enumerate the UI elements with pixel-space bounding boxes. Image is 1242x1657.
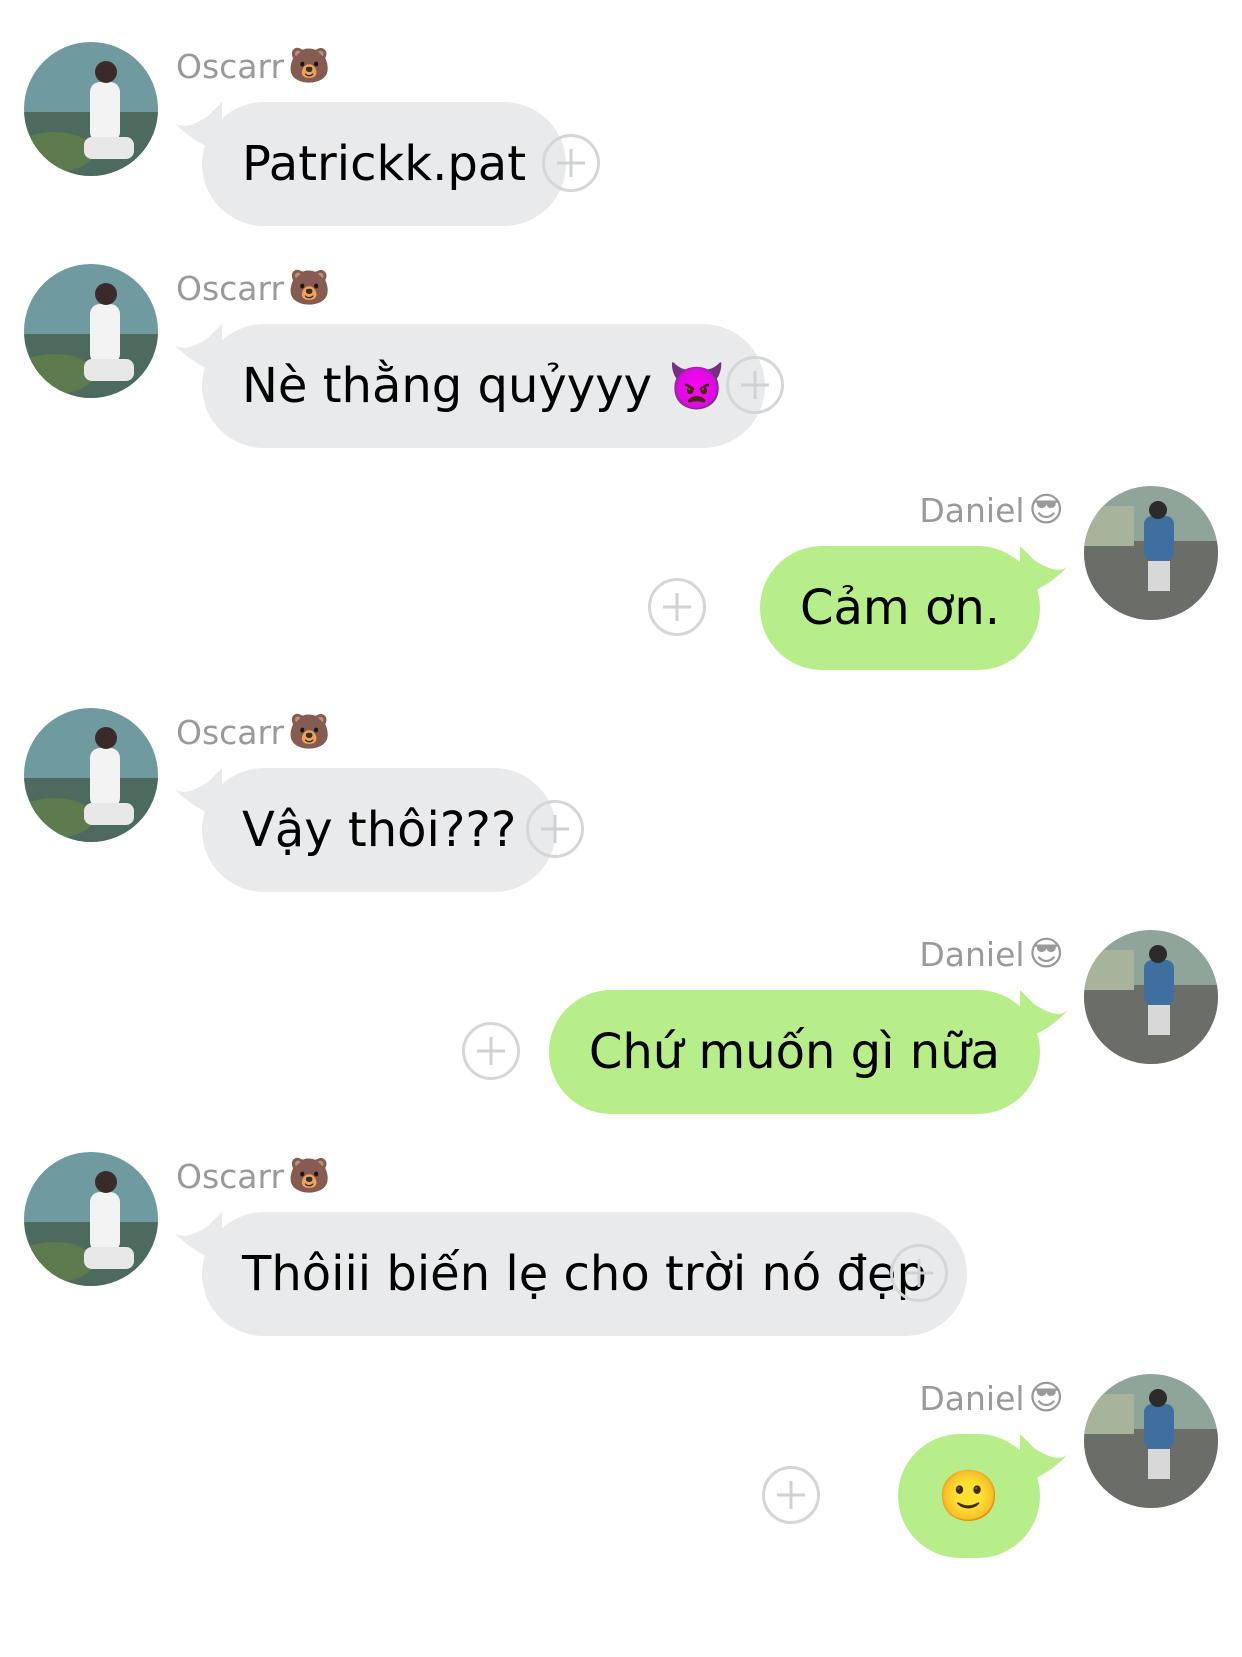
message-text: Patrickk.pat [242, 136, 527, 192]
message-row: Oscarr 🐻 Thôiii biến lẹ cho trời nó đẹp [0, 1152, 1242, 1352]
sender-name: Daniel 😎 [919, 932, 1064, 976]
add-reaction-icon[interactable] [462, 1022, 520, 1080]
sunglasses-face-icon: 😎 [1028, 1378, 1064, 1418]
sender-name-text: Oscarr [176, 712, 285, 752]
message-bubble[interactable]: 🙂 [897, 1434, 1040, 1558]
message-bubble[interactable]: Vậy thôi??? [202, 768, 557, 892]
add-reaction-icon[interactable] [542, 134, 600, 192]
message-bubble[interactable]: Patrickk.pat [202, 102, 567, 226]
sender-name-text: Daniel [919, 934, 1025, 974]
sender-name-text: Oscarr [176, 268, 285, 308]
message-text: Nè thằng quỷyyy [242, 358, 653, 414]
avatar-oscarr[interactable] [24, 708, 158, 842]
sunglasses-face-icon: 😎 [1028, 934, 1064, 974]
message-row: Oscarr 🐻 Nè thằng quỷyyy 👿 [0, 264, 1242, 464]
bear-icon: 🐻 [288, 712, 331, 752]
add-reaction-icon[interactable] [762, 1466, 820, 1524]
message-text: Vậy thôi??? [242, 802, 517, 858]
sender-name: Oscarr 🐻 [176, 44, 330, 88]
avatar-oscarr[interactable] [24, 1152, 158, 1286]
message-text: Thôiii biến lẹ cho trời nó đẹp [242, 1246, 927, 1302]
message-row: Daniel 😎 Cảm ơn. [0, 486, 1242, 686]
sunglasses-face-icon: 😎 [1028, 490, 1064, 530]
message-row: Daniel 😎 Chứ muốn gì nữa [0, 930, 1242, 1130]
bear-icon: 🐻 [288, 1156, 331, 1196]
slightly-smiling-face-icon: 🙂 [937, 1466, 1000, 1525]
sender-name: Daniel 😎 [919, 488, 1064, 532]
devil-icon: 👿 [668, 358, 726, 413]
sender-name-text: Oscarr [176, 46, 285, 86]
avatar-daniel[interactable] [1084, 1374, 1218, 1508]
sender-name-text: Oscarr [176, 1156, 285, 1196]
message-bubble[interactable]: Cảm ơn. [760, 546, 1040, 670]
sender-name: Oscarr 🐻 [176, 710, 330, 754]
sender-name-text: Daniel [919, 490, 1025, 530]
message-row: Oscarr 🐻 Vậy thôi??? [0, 708, 1242, 908]
avatar-daniel[interactable] [1084, 486, 1218, 620]
sender-name-text: Daniel [919, 1378, 1025, 1418]
message-row: Daniel 😎 🙂 [0, 1374, 1242, 1574]
message-bubble[interactable]: Chứ muốn gì nữa [548, 990, 1040, 1114]
message-text: Chứ muốn gì nữa [588, 1024, 1000, 1080]
sender-name: Oscarr 🐻 [176, 1154, 330, 1198]
sender-name: Daniel 😎 [919, 1376, 1064, 1420]
add-reaction-icon[interactable] [890, 1244, 948, 1302]
add-reaction-icon[interactable] [648, 578, 706, 636]
message-row: Oscarr 🐻 Patrickk.pat [0, 42, 1242, 242]
message-text: Cảm ơn. [800, 580, 1000, 636]
add-reaction-icon[interactable] [526, 800, 584, 858]
avatar-daniel[interactable] [1084, 930, 1218, 1064]
message-bubble[interactable]: Nè thằng quỷyyy 👿 [202, 324, 766, 448]
sender-name: Oscarr 🐻 [176, 266, 330, 310]
avatar-oscarr[interactable] [24, 264, 158, 398]
bear-icon: 🐻 [288, 46, 331, 86]
message-bubble[interactable]: Thôiii biến lẹ cho trời nó đẹp [202, 1212, 967, 1336]
avatar-oscarr[interactable] [24, 42, 158, 176]
bear-icon: 🐻 [288, 268, 331, 308]
add-reaction-icon[interactable] [726, 356, 784, 414]
